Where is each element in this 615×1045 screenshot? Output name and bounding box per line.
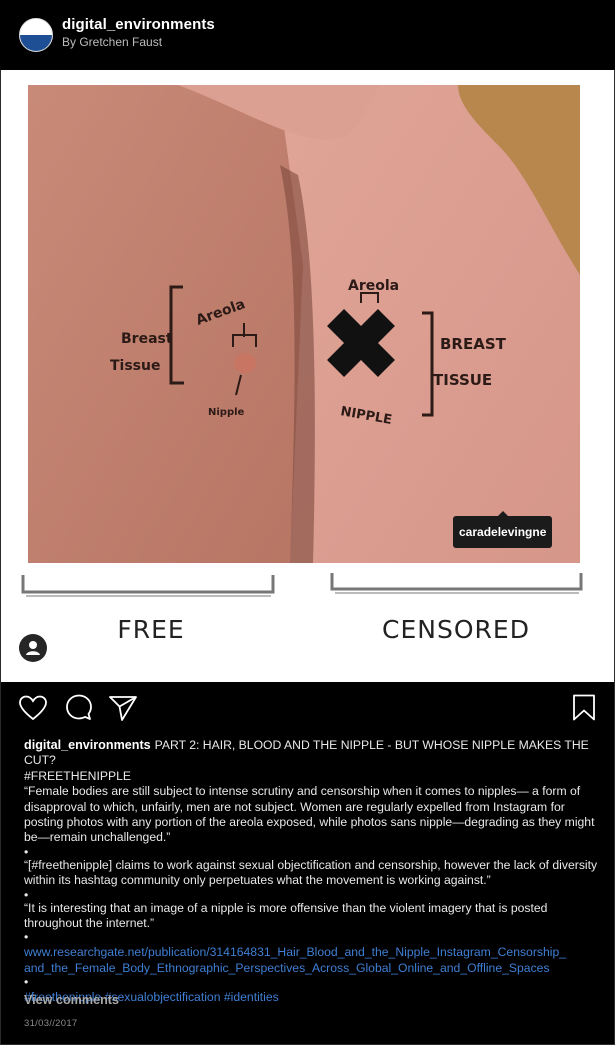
- paper-plane-icon: [109, 696, 137, 721]
- bullet-separator: •: [24, 887, 29, 902]
- save-button[interactable]: [568, 692, 600, 724]
- post-caption: digital_environments PART 2: HAIR, BLOOD …: [24, 738, 599, 1006]
- action-bar: [0, 682, 615, 734]
- like-button[interactable]: [17, 692, 49, 724]
- bullet-separator: •: [24, 930, 29, 945]
- header-username[interactable]: digital_environments: [62, 16, 215, 33]
- caption-headline: digital_environments PART 2: HAIR, BLOOD …: [24, 738, 599, 769]
- annotation-left-tissue: Tissue: [110, 358, 160, 374]
- user-tag[interactable]: caradelevingne: [453, 516, 553, 548]
- avatar-blue-band: [20, 35, 52, 51]
- label-censored: CENSORED: [382, 615, 530, 644]
- user-icon: [26, 641, 40, 655]
- view-comments-link[interactable]: View comments: [24, 993, 119, 1007]
- share-button[interactable]: [107, 692, 139, 724]
- censored-bracket: [330, 573, 583, 591]
- annotation-right-areola: Areola: [348, 278, 399, 294]
- heart-icon: [19, 695, 47, 721]
- caption-username[interactable]: digital_environments: [24, 738, 151, 752]
- label-free: FREE: [117, 615, 185, 644]
- bullet-separator: •: [24, 844, 29, 859]
- tagged-users-button[interactable]: [19, 634, 47, 662]
- post-date: 31/03//2017: [24, 1018, 78, 1029]
- source-link-line-1[interactable]: www.researchgate.net/publication/3141648…: [24, 945, 566, 959]
- free-bracket: [21, 575, 275, 594]
- source-link: www.researchgate.net/publication/3141648…: [24, 945, 599, 976]
- caption-quote-2: “[#freethenipple] claims to work against…: [24, 857, 598, 888]
- left-nipple: [234, 353, 256, 373]
- bookmark-icon: [573, 694, 595, 721]
- annotation-left-nipple: Nipple: [208, 407, 245, 418]
- comment-button[interactable]: [63, 692, 95, 724]
- profile-avatar[interactable]: [19, 18, 53, 52]
- photo-illustration: Breast Tissue Areola Nipple Areola NIPPL…: [28, 85, 580, 563]
- caption-hashtag: #FREETHENIPPLE: [24, 768, 132, 783]
- header-byline: By Gretchen Faust: [62, 35, 163, 49]
- post-header: digital_environments By Gretchen Faust: [0, 0, 615, 70]
- annotation-right-tissue: TISSUE: [433, 371, 492, 389]
- left-torso: [28, 85, 303, 563]
- photo: Breast Tissue Areola Nipple Areola NIPPL…: [28, 85, 580, 563]
- bullet-separator: •: [24, 975, 29, 990]
- underline-brackets: [21, 573, 583, 597]
- caption-quote-1: “Female bodies are still subject to inte…: [24, 784, 595, 845]
- annotation-left-breast: Breast: [121, 331, 173, 347]
- caption-quote-3: “It is interesting that an image of a ni…: [24, 900, 548, 931]
- comment-icon: [66, 694, 92, 720]
- source-link-line-2[interactable]: and_the_Female_Body_Ethnographic_Perspec…: [24, 961, 550, 975]
- post-image[interactable]: Breast Tissue Areola Nipple Areola NIPPL…: [1, 70, 614, 682]
- annotation-right-breast: BREAST: [440, 335, 507, 353]
